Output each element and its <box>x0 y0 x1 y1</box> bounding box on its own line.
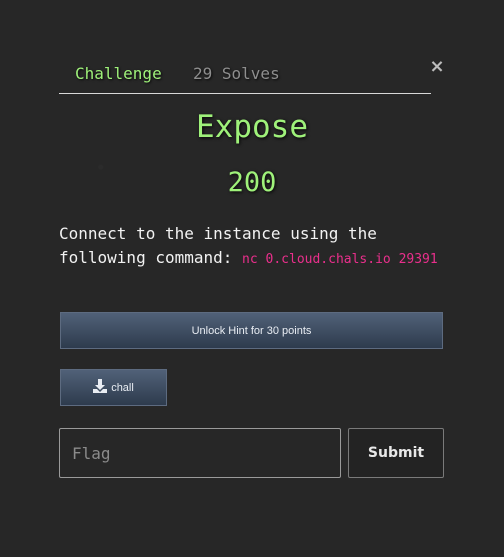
tab-solves[interactable]: 29 Solves <box>193 64 280 83</box>
unlock-hint-button[interactable]: Unlock Hint for 30 points <box>60 312 443 349</box>
challenge-points: 200 <box>227 167 277 198</box>
flag-input[interactable] <box>59 428 341 478</box>
challenge-modal: Challenge 29 Solves × Expose 200 Connect… <box>0 0 504 557</box>
challenge-description: Connect to the instance using the follow… <box>59 222 439 272</box>
connection-command: nc 0.cloud.chals.io 29391 <box>242 252 438 267</box>
close-icon[interactable]: × <box>429 58 445 76</box>
file-label: chall <box>111 382 134 394</box>
tab-bar: Challenge 29 Solves <box>59 60 431 94</box>
submit-button[interactable]: Submit <box>348 428 444 478</box>
tab-challenge[interactable]: Challenge <box>75 64 162 83</box>
unlock-hint-label: Unlock Hint for 30 points <box>191 325 312 337</box>
download-icon <box>93 379 108 393</box>
submit-label: Submit <box>367 445 425 461</box>
download-file-button[interactable]: chall <box>60 369 167 406</box>
challenge-title: Expose <box>196 109 308 145</box>
